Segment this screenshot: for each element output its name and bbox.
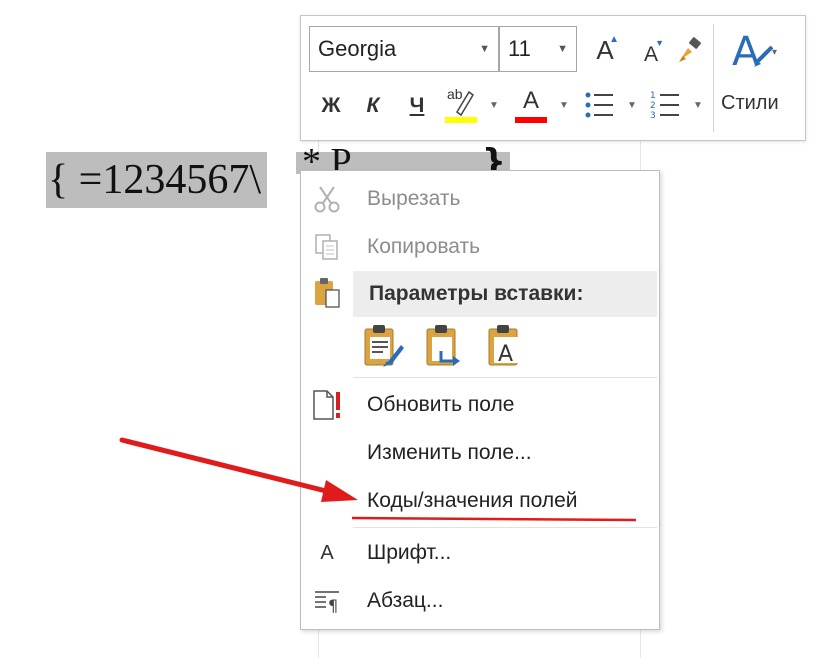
styles-label: Стили	[721, 92, 779, 114]
paste-text-only-icon[interactable]: A	[485, 323, 529, 367]
paste-options-label: Параметры вставки:	[369, 282, 584, 305]
font-name-value: Georgia	[318, 36, 397, 61]
bullets-icon[interactable]	[581, 86, 617, 124]
paste-keep-formatting-icon[interactable]	[361, 323, 405, 367]
bullets-dropdown-caret[interactable]: ▼	[627, 100, 637, 111]
numbering-dropdown-caret[interactable]: ▼	[693, 100, 703, 111]
styles-icon[interactable]: A ▾	[725, 28, 781, 74]
paragraph-icon: ¶	[311, 585, 343, 617]
menu-label-font: Шрифт...	[367, 541, 452, 564]
menu-item-toggle-field-codes[interactable]: Коды/значения полей	[301, 479, 659, 523]
italic-label: К	[366, 94, 380, 117]
paste-options-header: Параметры вставки:	[353, 271, 657, 317]
page-guide-bottom-left	[318, 628, 319, 658]
styles-button[interactable]: Стили	[721, 92, 779, 115]
page-guide-bottom-right	[640, 628, 641, 658]
svg-text:▾: ▾	[772, 47, 777, 58]
svg-text:2: 2	[650, 101, 656, 111]
svg-text:¶: ¶	[328, 596, 338, 615]
toolbar-divider	[713, 24, 714, 132]
italic-button[interactable]: К	[357, 88, 389, 124]
font-size-combobox[interactable]: 11 ▼	[499, 26, 577, 72]
highlight-dropdown-caret[interactable]: ▼	[489, 100, 499, 111]
font-name-combobox[interactable]: Georgia ▼	[309, 26, 499, 72]
page-guide-right	[640, 140, 641, 170]
bold-label: Ж	[321, 94, 341, 117]
chevron-down-icon[interactable]: ▼	[557, 27, 568, 71]
mini-toolbar: Georgia ▼ 11 ▼ A ▲ A ▼ A ▾ Стили Ж К Ч a…	[300, 15, 806, 141]
paste-merge-formatting-icon[interactable]	[423, 323, 467, 367]
menu-label-edit-field: Изменить поле...	[367, 441, 532, 464]
menu-item-font[interactable]: A Шрифт...	[301, 531, 659, 575]
menu-item-paragraph[interactable]: ¶ Абзац...	[301, 579, 659, 623]
menu-item-edit-field[interactable]: Изменить поле...	[301, 431, 659, 475]
underline-label: Ч	[409, 94, 425, 117]
menu-item-cut[interactable]: Вырезать	[301, 177, 659, 221]
copy-icon	[311, 231, 343, 263]
menu-label-paragraph: Абзац...	[367, 589, 444, 612]
underline-button[interactable]: Ч	[401, 88, 433, 124]
font-icon: A	[320, 541, 334, 564]
numbering-icon[interactable]: 1 2 3	[647, 86, 683, 124]
menu-label-cut: Вырезать	[367, 187, 461, 210]
menu-label-update-field: Обновить поле	[367, 393, 515, 416]
menu-item-copy[interactable]: Копировать	[301, 225, 659, 269]
svg-text:3: 3	[650, 111, 656, 121]
bold-button[interactable]: Ж	[315, 88, 347, 124]
update-field-icon	[311, 389, 343, 421]
paste-options-icon	[311, 277, 343, 309]
field-code-text[interactable]: { =1234567\	[46, 152, 268, 208]
font-size-value: 11	[508, 36, 531, 61]
scissors-icon	[311, 183, 343, 215]
field-code-value: { =1234567\	[48, 157, 262, 203]
highlight-icon[interactable]: ab	[443, 84, 479, 124]
svg-text:1: 1	[650, 91, 656, 101]
font-color-dropdown-caret[interactable]: ▼	[559, 100, 569, 111]
menu-label-toggle-field-codes: Коды/значения полей	[367, 489, 578, 512]
menu-separator	[353, 377, 657, 378]
grow-font-icon[interactable]: A ▲	[589, 32, 621, 68]
chevron-down-icon[interactable]: ▼	[479, 27, 490, 71]
menu-label-copy: Копировать	[367, 235, 481, 258]
font-color-icon[interactable]: A	[513, 84, 549, 124]
menu-item-update-field[interactable]: Обновить поле	[301, 383, 659, 427]
menu-separator	[353, 527, 657, 528]
format-painter-icon[interactable]	[673, 32, 707, 68]
context-menu: Вырезать Копировать Параметры вставки: A…	[300, 170, 660, 630]
svg-text:A: A	[498, 342, 513, 367]
shrink-font-icon[interactable]: A ▼	[635, 34, 667, 70]
svg-text:A: A	[732, 29, 760, 73]
